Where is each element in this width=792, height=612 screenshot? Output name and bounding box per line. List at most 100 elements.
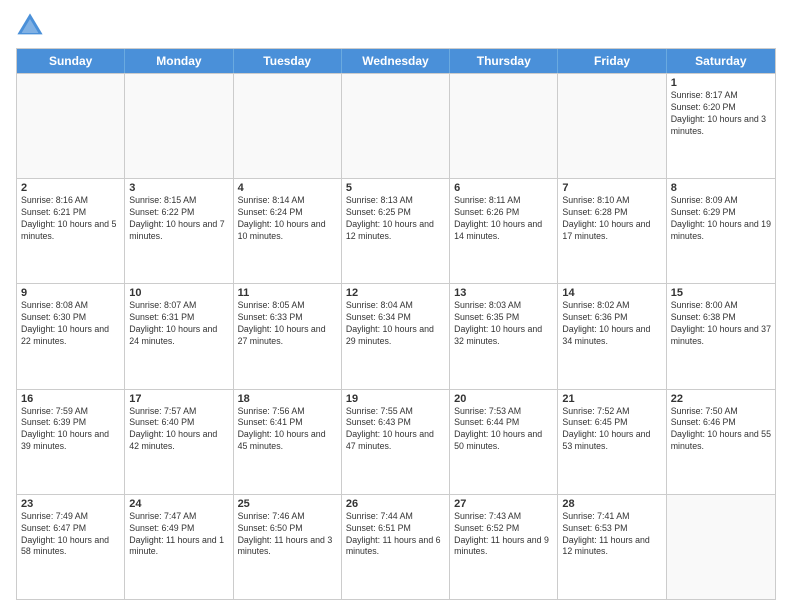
calendar-body: 1Sunrise: 8:17 AM Sunset: 6:20 PM Daylig… xyxy=(17,73,775,599)
day-cell-15: 15Sunrise: 8:00 AM Sunset: 6:38 PM Dayli… xyxy=(667,284,775,388)
day-cell-2: 2Sunrise: 8:16 AM Sunset: 6:21 PM Daylig… xyxy=(17,179,125,283)
day-number: 25 xyxy=(238,498,337,510)
empty-cell xyxy=(667,495,775,599)
day-cell-20: 20Sunrise: 7:53 AM Sunset: 6:44 PM Dayli… xyxy=(450,390,558,494)
day-cell-14: 14Sunrise: 8:02 AM Sunset: 6:36 PM Dayli… xyxy=(558,284,666,388)
day-cell-9: 9Sunrise: 8:08 AM Sunset: 6:30 PM Daylig… xyxy=(17,284,125,388)
calendar-week-4: 16Sunrise: 7:59 AM Sunset: 6:39 PM Dayli… xyxy=(17,389,775,494)
day-number: 6 xyxy=(454,182,553,194)
day-info: Sunrise: 8:04 AM Sunset: 6:34 PM Dayligh… xyxy=(346,300,445,348)
day-cell-22: 22Sunrise: 7:50 AM Sunset: 6:46 PM Dayli… xyxy=(667,390,775,494)
day-info: Sunrise: 8:14 AM Sunset: 6:24 PM Dayligh… xyxy=(238,195,337,243)
empty-cell xyxy=(450,74,558,178)
day-number: 16 xyxy=(21,393,120,405)
day-number: 13 xyxy=(454,287,553,299)
day-number: 2 xyxy=(21,182,120,194)
day-cell-13: 13Sunrise: 8:03 AM Sunset: 6:35 PM Dayli… xyxy=(450,284,558,388)
day-number: 21 xyxy=(562,393,661,405)
day-cell-16: 16Sunrise: 7:59 AM Sunset: 6:39 PM Dayli… xyxy=(17,390,125,494)
day-info: Sunrise: 7:49 AM Sunset: 6:47 PM Dayligh… xyxy=(21,511,120,559)
day-number: 24 xyxy=(129,498,228,510)
header-day-thursday: Thursday xyxy=(450,49,558,73)
day-info: Sunrise: 7:53 AM Sunset: 6:44 PM Dayligh… xyxy=(454,406,553,454)
day-number: 28 xyxy=(562,498,661,510)
calendar-week-1: 1Sunrise: 8:17 AM Sunset: 6:20 PM Daylig… xyxy=(17,73,775,178)
day-number: 26 xyxy=(346,498,445,510)
header xyxy=(16,12,776,40)
day-number: 20 xyxy=(454,393,553,405)
day-cell-26: 26Sunrise: 7:44 AM Sunset: 6:51 PM Dayli… xyxy=(342,495,450,599)
calendar-week-3: 9Sunrise: 8:08 AM Sunset: 6:30 PM Daylig… xyxy=(17,283,775,388)
day-number: 8 xyxy=(671,182,771,194)
header-day-sunday: Sunday xyxy=(17,49,125,73)
header-day-wednesday: Wednesday xyxy=(342,49,450,73)
day-number: 5 xyxy=(346,182,445,194)
day-number: 3 xyxy=(129,182,228,194)
day-number: 11 xyxy=(238,287,337,299)
calendar-week-2: 2Sunrise: 8:16 AM Sunset: 6:21 PM Daylig… xyxy=(17,178,775,283)
day-number: 1 xyxy=(671,77,771,89)
day-info: Sunrise: 7:55 AM Sunset: 6:43 PM Dayligh… xyxy=(346,406,445,454)
day-cell-7: 7Sunrise: 8:10 AM Sunset: 6:28 PM Daylig… xyxy=(558,179,666,283)
day-info: Sunrise: 8:11 AM Sunset: 6:26 PM Dayligh… xyxy=(454,195,553,243)
day-number: 15 xyxy=(671,287,771,299)
day-number: 12 xyxy=(346,287,445,299)
day-info: Sunrise: 7:41 AM Sunset: 6:53 PM Dayligh… xyxy=(562,511,661,559)
day-number: 9 xyxy=(21,287,120,299)
day-info: Sunrise: 7:50 AM Sunset: 6:46 PM Dayligh… xyxy=(671,406,771,454)
empty-cell xyxy=(17,74,125,178)
day-cell-5: 5Sunrise: 8:13 AM Sunset: 6:25 PM Daylig… xyxy=(342,179,450,283)
header-day-monday: Monday xyxy=(125,49,233,73)
day-info: Sunrise: 8:10 AM Sunset: 6:28 PM Dayligh… xyxy=(562,195,661,243)
page: SundayMondayTuesdayWednesdayThursdayFrid… xyxy=(0,0,792,612)
day-info: Sunrise: 8:17 AM Sunset: 6:20 PM Dayligh… xyxy=(671,90,771,138)
day-info: Sunrise: 7:56 AM Sunset: 6:41 PM Dayligh… xyxy=(238,406,337,454)
day-info: Sunrise: 8:08 AM Sunset: 6:30 PM Dayligh… xyxy=(21,300,120,348)
day-info: Sunrise: 8:00 AM Sunset: 6:38 PM Dayligh… xyxy=(671,300,771,348)
day-cell-17: 17Sunrise: 7:57 AM Sunset: 6:40 PM Dayli… xyxy=(125,390,233,494)
empty-cell xyxy=(125,74,233,178)
day-info: Sunrise: 7:57 AM Sunset: 6:40 PM Dayligh… xyxy=(129,406,228,454)
day-cell-28: 28Sunrise: 7:41 AM Sunset: 6:53 PM Dayli… xyxy=(558,495,666,599)
day-cell-1: 1Sunrise: 8:17 AM Sunset: 6:20 PM Daylig… xyxy=(667,74,775,178)
day-cell-27: 27Sunrise: 7:43 AM Sunset: 6:52 PM Dayli… xyxy=(450,495,558,599)
calendar: SundayMondayTuesdayWednesdayThursdayFrid… xyxy=(16,48,776,600)
day-info: Sunrise: 8:13 AM Sunset: 6:25 PM Dayligh… xyxy=(346,195,445,243)
empty-cell xyxy=(558,74,666,178)
day-info: Sunrise: 7:43 AM Sunset: 6:52 PM Dayligh… xyxy=(454,511,553,559)
day-cell-6: 6Sunrise: 8:11 AM Sunset: 6:26 PM Daylig… xyxy=(450,179,558,283)
day-info: Sunrise: 7:47 AM Sunset: 6:49 PM Dayligh… xyxy=(129,511,228,559)
day-number: 7 xyxy=(562,182,661,194)
day-cell-8: 8Sunrise: 8:09 AM Sunset: 6:29 PM Daylig… xyxy=(667,179,775,283)
empty-cell xyxy=(342,74,450,178)
day-number: 22 xyxy=(671,393,771,405)
day-info: Sunrise: 7:46 AM Sunset: 6:50 PM Dayligh… xyxy=(238,511,337,559)
day-info: Sunrise: 8:02 AM Sunset: 6:36 PM Dayligh… xyxy=(562,300,661,348)
day-cell-12: 12Sunrise: 8:04 AM Sunset: 6:34 PM Dayli… xyxy=(342,284,450,388)
day-cell-10: 10Sunrise: 8:07 AM Sunset: 6:31 PM Dayli… xyxy=(125,284,233,388)
day-info: Sunrise: 7:59 AM Sunset: 6:39 PM Dayligh… xyxy=(21,406,120,454)
day-cell-25: 25Sunrise: 7:46 AM Sunset: 6:50 PM Dayli… xyxy=(234,495,342,599)
header-day-saturday: Saturday xyxy=(667,49,775,73)
day-info: Sunrise: 8:05 AM Sunset: 6:33 PM Dayligh… xyxy=(238,300,337,348)
day-number: 14 xyxy=(562,287,661,299)
header-day-friday: Friday xyxy=(558,49,666,73)
day-number: 27 xyxy=(454,498,553,510)
header-day-tuesday: Tuesday xyxy=(234,49,342,73)
calendar-header: SundayMondayTuesdayWednesdayThursdayFrid… xyxy=(17,49,775,73)
day-info: Sunrise: 8:16 AM Sunset: 6:21 PM Dayligh… xyxy=(21,195,120,243)
day-number: 19 xyxy=(346,393,445,405)
logo-icon xyxy=(16,12,44,40)
day-info: Sunrise: 7:52 AM Sunset: 6:45 PM Dayligh… xyxy=(562,406,661,454)
day-cell-18: 18Sunrise: 7:56 AM Sunset: 6:41 PM Dayli… xyxy=(234,390,342,494)
day-info: Sunrise: 8:09 AM Sunset: 6:29 PM Dayligh… xyxy=(671,195,771,243)
logo xyxy=(16,16,48,40)
calendar-week-5: 23Sunrise: 7:49 AM Sunset: 6:47 PM Dayli… xyxy=(17,494,775,599)
day-cell-24: 24Sunrise: 7:47 AM Sunset: 6:49 PM Dayli… xyxy=(125,495,233,599)
day-cell-19: 19Sunrise: 7:55 AM Sunset: 6:43 PM Dayli… xyxy=(342,390,450,494)
day-info: Sunrise: 7:44 AM Sunset: 6:51 PM Dayligh… xyxy=(346,511,445,559)
day-cell-11: 11Sunrise: 8:05 AM Sunset: 6:33 PM Dayli… xyxy=(234,284,342,388)
day-info: Sunrise: 8:15 AM Sunset: 6:22 PM Dayligh… xyxy=(129,195,228,243)
day-number: 17 xyxy=(129,393,228,405)
day-info: Sunrise: 8:07 AM Sunset: 6:31 PM Dayligh… xyxy=(129,300,228,348)
